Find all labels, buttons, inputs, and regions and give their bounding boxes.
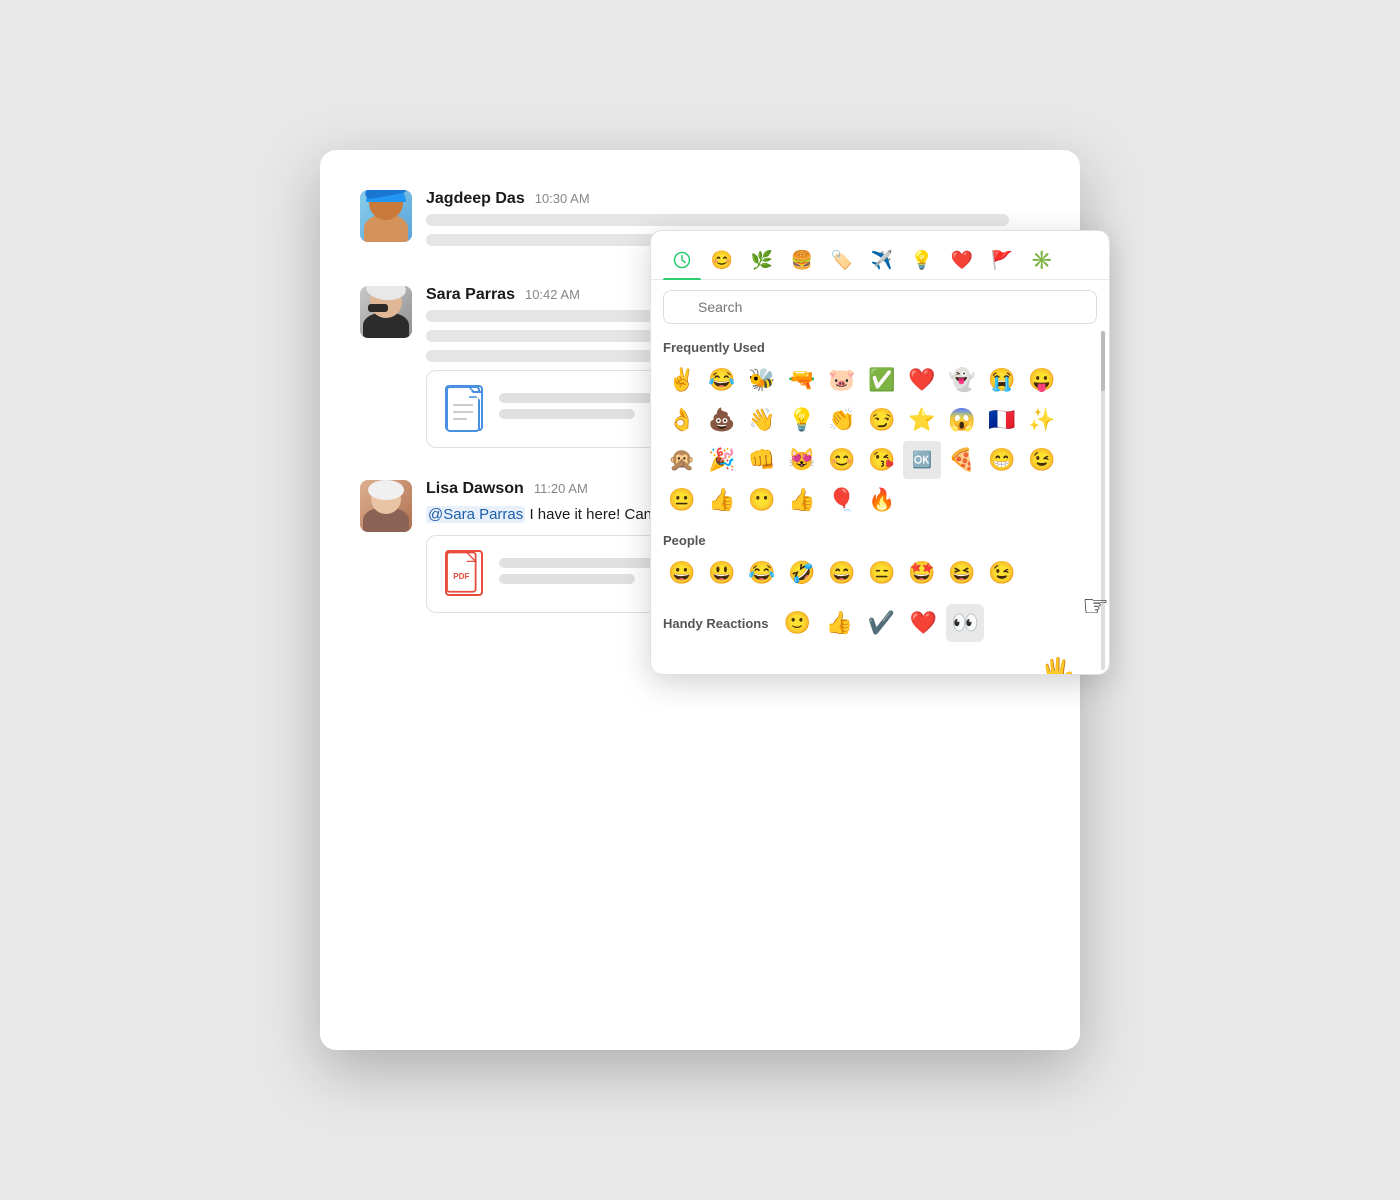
emoji-item[interactable]: 😻 [783, 441, 821, 479]
emoji-item[interactable]: 😄 [823, 554, 861, 592]
tab-recent[interactable] [663, 241, 701, 279]
emoji-item[interactable]: 👍 [703, 481, 741, 519]
tab-slack[interactable]: ✳️ [1023, 241, 1061, 279]
tab-objects[interactable]: 💡 [903, 241, 941, 279]
floating-wave-emoji: 🖐️ [1040, 656, 1075, 674]
timestamp-3: 11:20 AM [534, 481, 588, 496]
message-line [426, 214, 1009, 226]
emoji-item[interactable]: 😁 [983, 441, 1021, 479]
emoji-scroll-area[interactable]: Frequently Used ✌️ 😂 🐝 🔫 🐷 ✅ ❤️ 👻 😭 😛 👌 … [651, 334, 1109, 674]
search-container: 🔍 [651, 280, 1109, 334]
emoji-item[interactable]: 😀 [663, 554, 701, 592]
timestamp-1: 10:30 AM [535, 191, 590, 206]
emoji-picker-tabs: 😊 🌿 🍔 🏷️ ✈️ 💡 ❤️ 🚩 ✳️ [651, 231, 1109, 280]
emoji-item[interactable]: 😉 [1023, 441, 1061, 479]
scrollbar-thumb[interactable] [1101, 331, 1105, 391]
sender-name-3: Lisa Dawson [426, 480, 524, 498]
emoji-item[interactable]: 💩 [703, 401, 741, 439]
frequently-used-grid: ✌️ 😂 🐝 🔫 🐷 ✅ ❤️ 👻 😭 😛 👌 💩 👋 💡 👏 😏 [663, 361, 1089, 519]
emoji-item[interactable]: 😆 [943, 554, 981, 592]
emoji-item[interactable]: ⭐ [903, 401, 941, 439]
pdf-icon: PDF [445, 550, 485, 598]
emoji-item[interactable]: 👋 [743, 401, 781, 439]
emoji-item[interactable]: 👍 [783, 481, 821, 519]
emoji-item[interactable]: 👻 [943, 361, 981, 399]
emoji-item[interactable]: ❤️ [903, 361, 941, 399]
emoji-item[interactable]: 💡 [783, 401, 821, 439]
tab-nature[interactable]: 🌿 [743, 241, 781, 279]
frequently-used-label: Frequently Used [663, 340, 1089, 355]
tab-smileys[interactable]: 😊 [703, 241, 741, 279]
emoji-item[interactable]: 👊 [743, 441, 781, 479]
handy-emoji-eyes[interactable]: 👀 [946, 604, 984, 642]
handy-emoji-smile[interactable]: 🙂 [778, 604, 816, 642]
emoji-item[interactable]: 🔥 [863, 481, 901, 519]
emoji-item[interactable]: 👌 [663, 401, 701, 439]
emoji-item[interactable]: 🤣 [783, 554, 821, 592]
tab-flags[interactable]: 🚩 [983, 241, 1021, 279]
handy-emoji-heart[interactable]: ❤️ [904, 604, 942, 642]
emoji-item[interactable]: 🙊 [663, 441, 701, 479]
emoji-item[interactable]: 🇫🇷 [983, 401, 1021, 439]
doc-icon [445, 385, 485, 433]
sender-name-1: Jagdeep Das [426, 190, 525, 208]
emoji-item[interactable]: 😂 [703, 361, 741, 399]
handy-emoji-thumbsup[interactable]: 👍 [820, 604, 858, 642]
emoji-item[interactable]: 🎈 [823, 481, 861, 519]
emoji-item[interactable]: 🤩 [903, 554, 941, 592]
emoji-item[interactable]: 😶 [743, 481, 781, 519]
people-section: People 😀 😃 😂 🤣 😄 😑 🤩 😆 😉 [651, 533, 1101, 600]
emoji-item[interactable]: 🐝 [743, 361, 781, 399]
tab-symbols[interactable]: ❤️ [943, 241, 981, 279]
emoji-item[interactable]: ✌️ [663, 361, 701, 399]
emoji-item[interactable]: 😂 [743, 554, 781, 592]
emoji-item[interactable]: ✨ [1023, 401, 1061, 439]
emoji-item[interactable]: 😛 [1023, 361, 1061, 399]
emoji-item[interactable]: 😏 [863, 401, 901, 439]
emoji-item[interactable]: 👏 [823, 401, 861, 439]
handy-reactions-label: Handy Reactions [663, 616, 768, 631]
mention-sara: @Sara Parras [426, 506, 525, 523]
emoji-item[interactable]: 🆗 [903, 441, 941, 479]
emoji-item[interactable]: 😭 [983, 361, 1021, 399]
message-header-1: Jagdeep Das 10:30 AM [426, 190, 1040, 208]
avatar-jagdeep [360, 190, 412, 242]
emoji-item[interactable]: 😊 [823, 441, 861, 479]
emoji-item[interactable]: 😃 [703, 554, 741, 592]
sender-name-2: Sara Parras [426, 286, 515, 304]
timestamp-2: 10:42 AM [525, 287, 580, 302]
emoji-item[interactable]: 😘 [863, 441, 901, 479]
emoji-item[interactable]: 😑 [863, 554, 901, 592]
emoji-picker: 😊 🌿 🍔 🏷️ ✈️ 💡 ❤️ 🚩 ✳️ 🔍 Frequently Used [650, 230, 1110, 675]
frequently-used-section: Frequently Used ✌️ 😂 🐝 🔫 🐷 ✅ ❤️ 👻 😭 😛 👌 … [651, 340, 1101, 527]
people-label: People [663, 533, 1089, 548]
handy-reactions-row: Handy Reactions 🙂 👍 ✔️ ❤️ 👀 [651, 600, 1101, 652]
emoji-item[interactable]: 😐 [663, 481, 701, 519]
tab-activity[interactable]: 🏷️ [823, 241, 861, 279]
svg-text:PDF: PDF [453, 572, 469, 581]
emoji-item[interactable]: 🍕 [943, 441, 981, 479]
handy-emoji-check[interactable]: ✔️ [862, 604, 900, 642]
picker-scrollbar[interactable] [1101, 331, 1105, 670]
avatar-lisa [360, 480, 412, 532]
people-grid: 😀 😃 😂 🤣 😄 😑 🤩 😆 😉 [663, 554, 1089, 592]
search-wrapper: 🔍 [663, 290, 1097, 324]
emoji-item[interactable]: 😉 [983, 554, 1021, 592]
tab-travel[interactable]: ✈️ [863, 241, 901, 279]
avatar-sara [360, 286, 412, 338]
tab-food[interactable]: 🍔 [783, 241, 821, 279]
emoji-search-input[interactable] [663, 290, 1097, 324]
emoji-item[interactable]: 🎉 [703, 441, 741, 479]
emoji-item[interactable]: 🔫 [783, 361, 821, 399]
emoji-item[interactable]: ✅ [863, 361, 901, 399]
emoji-item[interactable]: 🐷 [823, 361, 861, 399]
app-window: Jagdeep Das 10:30 AM Sara Parras 10:42 A… [320, 150, 1080, 1050]
emoji-item[interactable]: 😱 [943, 401, 981, 439]
